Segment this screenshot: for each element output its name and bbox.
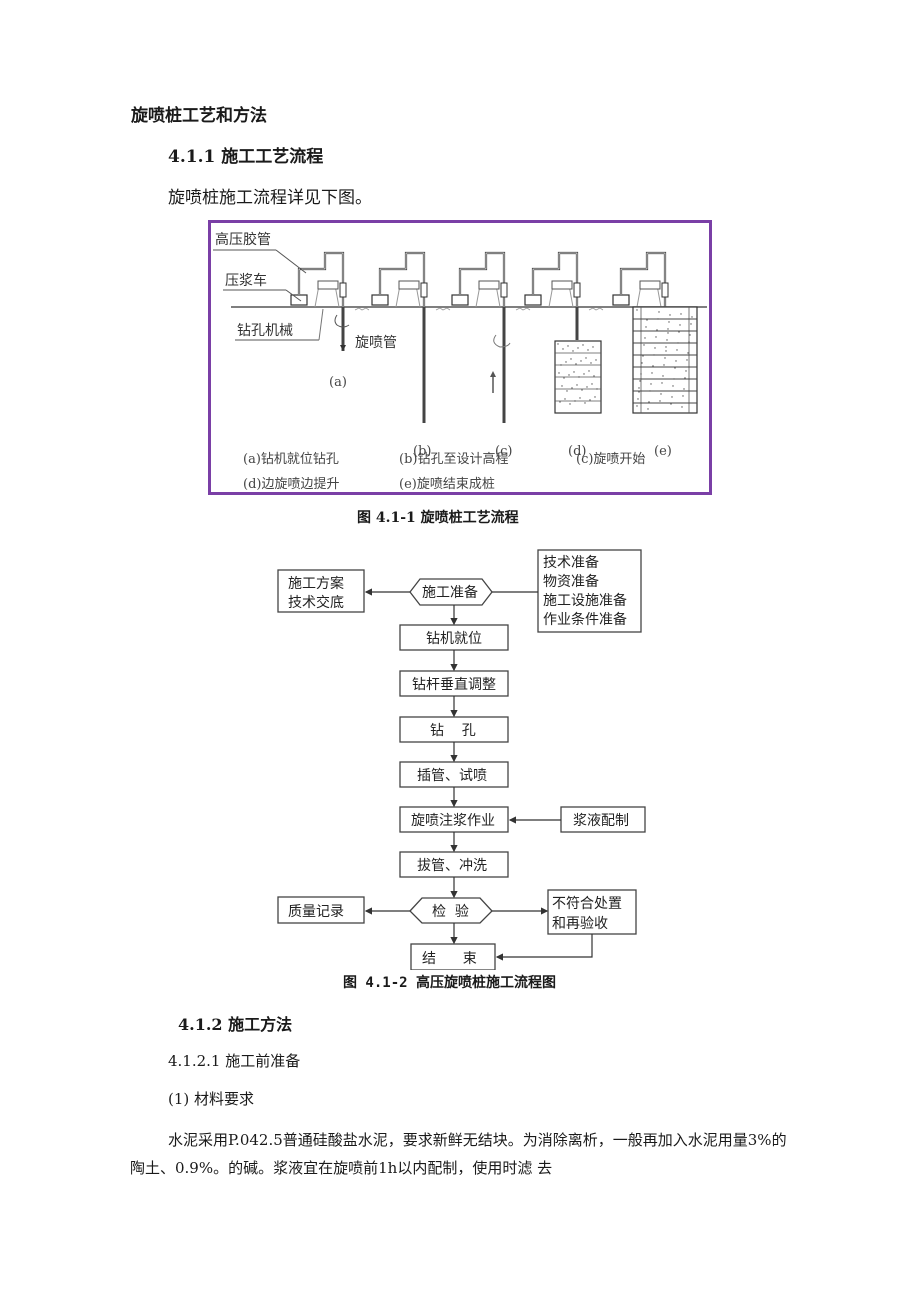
label-end: 结 束 [422,951,477,967]
rig-stage-e [612,251,698,414]
section-intro: 旋喷桩施工流程详见下图。 [168,188,372,208]
label-nonconform-1: 不符合处置 [552,896,622,912]
legend-e: (e)旋喷结束成桩 [399,477,495,492]
label-inspect: 检 验 [432,904,469,920]
label-plan-1: 施工方案 [288,575,344,592]
stage-marker-a: (a) [329,375,347,390]
section-heading-4-1-2: 4.1.2 施工方法 [178,1015,293,1034]
body-paragraph: 水泥采用P.042.5普通硅酸盐水泥，要求新鲜无结块。为消除离析，一般再加入水泥… [130,1131,787,1177]
section-heading-4-1-1: 4.1.1 施工工艺流程 [168,147,324,167]
label-prep-list-1: 技术准备 [543,554,599,571]
label-insert-test: 插管、试喷 [417,768,487,784]
stage-marker-e: (e) [654,444,672,459]
list-item-material-requirements: (1) 材料要求 [168,1090,255,1108]
jet-grouting-process-illustration: 高压胶管 压浆车 钻孔机械 旋喷管 (a) (b) (c) (d) (e) (a… [208,220,712,495]
label-drilling-machine: 钻孔机械 [237,323,293,339]
document-title: 旋喷桩工艺和方法 [131,106,267,126]
label-rod-adjust: 钻杆垂直调整 [412,676,496,693]
label-slurry-mix: 浆液配制 [573,813,629,829]
label-quality-record: 质量记录 [288,904,344,920]
label-prep-list-4: 作业条件准备 [543,611,627,628]
label-nonconform-2: 和再验收 [552,916,608,932]
legend-a: (a)钻机就位钻孔 [243,452,339,467]
rig-stage-d [524,251,604,414]
subsection-heading-4-1-2-1: 4.1.2.1 施工前准备 [168,1052,301,1070]
label-prep-list-2: 物资准备 [543,573,599,590]
process-drawing: 高压胶管 压浆车 钻孔机械 旋喷管 (a) (b) (c) (d) (e) (a… [213,231,707,492]
figure-caption-4-1-1: 图 4.1-1 旋喷桩工艺流程 [357,510,519,526]
construction-flowchart: 施工准备 施工方案 技术交底 技术准备 物资准备 施工设施准备 作业条件准备 钻… [270,545,660,970]
legend-b: (b)钻孔至设计高程 [399,451,508,467]
label-prep-list-3: 施工设施准备 [543,592,627,609]
label-jet-grout: 旋喷注浆作业 [411,813,495,829]
label-prep: 施工准备 [422,584,478,601]
legend-d: (d)边旋喷边提升 [243,476,339,492]
edge-nonconform-end [495,934,593,961]
legend-c: (c)旋喷开始 [576,452,645,467]
flowchart-drawing: 施工准备 施工方案 技术交底 技术准备 物资准备 施工设施准备 作业条件准备 钻… [277,549,646,970]
label-high-pressure-hose: 高压胶管 [215,231,271,248]
label-jet-pipe: 旋喷管 [355,335,397,351]
rig-stage-c [451,251,531,423]
label-rig-position: 钻机就位 [426,631,482,647]
label-grout-truck: 压浆车 [225,272,267,289]
label-plan-2: 技术交底 [288,594,344,611]
label-pull-flush: 拔管、冲洗 [417,858,487,874]
label-drill: 钻 孔 [430,723,476,739]
figure-caption-4-1-2: 图 4.1-2 高压旋喷桩施工流程图 [343,975,557,991]
